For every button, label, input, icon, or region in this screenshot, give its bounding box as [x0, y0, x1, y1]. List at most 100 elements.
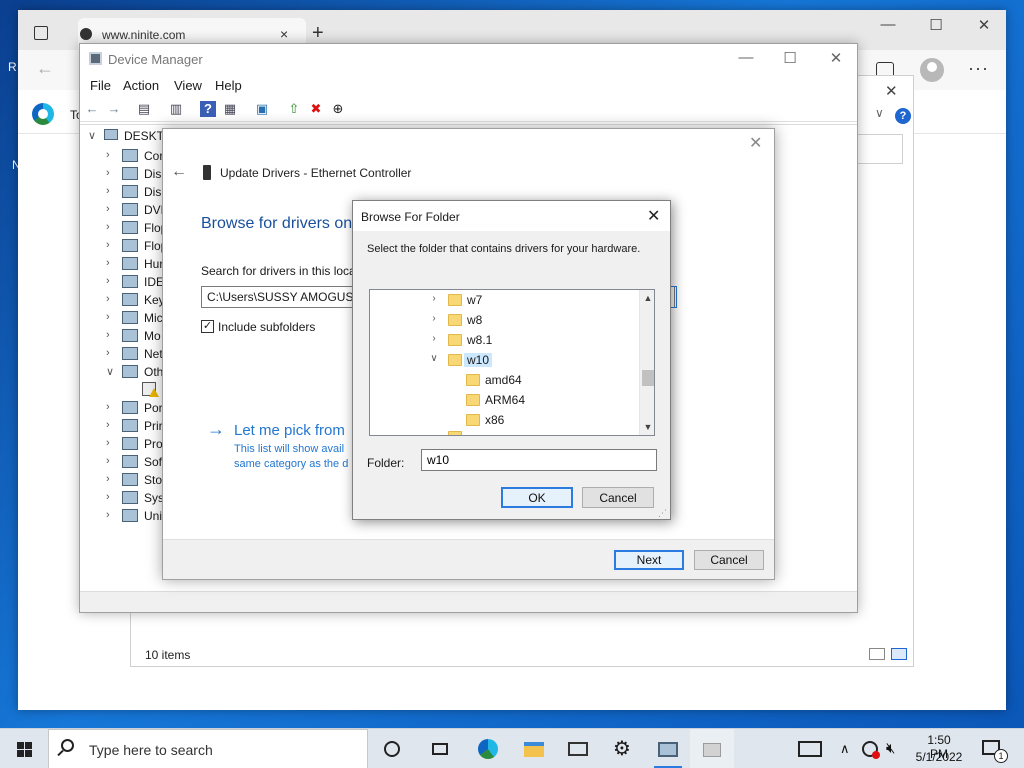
tree-root-chevron-icon[interactable]: ∨ — [88, 129, 96, 142]
let-me-pick-link[interactable]: Let me pick from — [234, 422, 345, 439]
scroll-up-icon[interactable]: ▲ — [640, 290, 654, 306]
scroll-thumb[interactable] — [642, 370, 654, 386]
cancel-button[interactable]: Cancel — [694, 550, 764, 570]
bff-close-button[interactable]: ✕ — [647, 206, 660, 226]
folder-tree-item[interactable]: ARM64 — [370, 390, 638, 410]
details-view-icon[interactable] — [869, 648, 885, 660]
resize-grip-icon[interactable]: ⋰ — [658, 508, 667, 519]
properties-icon[interactable]: ▥ — [168, 101, 184, 117]
folder-expand-chevron-icon[interactable]: › — [428, 313, 440, 324]
menu-action[interactable]: Action — [123, 78, 159, 93]
task-view-icon[interactable] — [426, 735, 454, 763]
browse-button-edge[interactable] — [671, 286, 677, 308]
settings-gear-icon[interactable]: ⚙ — [608, 735, 636, 763]
uninstall-device-icon[interactable]: ✖ — [308, 101, 324, 117]
tray-date[interactable]: 5/1/2022 — [914, 750, 964, 764]
folder-tree-item[interactable]: x86 — [370, 410, 638, 430]
tree-expand-chevron-icon[interactable]: › — [106, 329, 110, 341]
file-explorer-icon[interactable] — [520, 735, 548, 763]
tree-expand-chevron-icon[interactable]: › — [106, 419, 110, 431]
folder-tree-item[interactable]: › w8.1 — [370, 330, 638, 350]
include-subfolders-label[interactable]: Include subfolders — [218, 320, 315, 334]
dm-maximize-button[interactable]: ☐ — [770, 49, 810, 67]
folder-tree[interactable]: › w7 › w8 › w8.1 ∨ w10 amd64 ARM64 x86 ▲ ▼ — [369, 289, 655, 436]
bff-cancel-button[interactable]: Cancel — [582, 487, 654, 508]
tree-expand-chevron-icon[interactable]: › — [106, 491, 110, 503]
folder-expand-chevron-icon[interactable]: › — [428, 333, 440, 344]
explorer-search-box[interactable] — [857, 134, 903, 164]
tree-expand-chevron-icon[interactable]: › — [106, 347, 110, 359]
menu-view[interactable]: View — [174, 78, 202, 93]
tree-expand-chevron-icon[interactable]: › — [106, 455, 110, 467]
scan-hardware-icon[interactable]: ▣ — [254, 101, 270, 117]
large-icons-view-icon[interactable] — [891, 648, 907, 660]
tree-expand-chevron-icon[interactable]: › — [106, 167, 110, 179]
tree-expand-chevron-icon[interactable]: › — [106, 149, 110, 161]
menu-help[interactable]: Help — [215, 78, 242, 93]
tree-expand-chevron-icon[interactable]: › — [106, 293, 110, 305]
disable-device-icon[interactable]: ⊕ — [330, 101, 346, 117]
device-category-icon — [122, 221, 138, 234]
browser-close-button[interactable]: ✕ — [964, 16, 1004, 34]
tree-expand-chevron-icon[interactable]: › — [106, 509, 110, 521]
help-icon[interactable]: ? — [200, 101, 216, 117]
tree-expand-chevron-icon[interactable]: › — [106, 401, 110, 413]
tree-expand-chevron-icon[interactable]: › — [106, 185, 110, 197]
tree-expand-chevron-icon[interactable]: › — [106, 239, 110, 251]
folder-tree-scrollbar[interactable]: ▲ ▼ — [639, 290, 654, 435]
tree-expand-chevron-icon[interactable]: › — [106, 221, 110, 233]
volume-muted-icon[interactable]: 🔇︎ — [886, 740, 895, 757]
dm-close-button[interactable]: ✕ — [816, 49, 856, 67]
tree-expand-chevron-icon[interactable]: › — [106, 203, 110, 215]
tree-expand-chevron-icon[interactable]: › — [106, 473, 110, 485]
mail-icon[interactable] — [564, 735, 592, 763]
back-arrow-icon[interactable]: ← — [36, 58, 54, 79]
tree-expand-chevron-icon[interactable]: › — [106, 275, 110, 287]
browser-maximize-button[interactable]: ☐ — [916, 16, 956, 34]
tree-expand-chevron-icon[interactable]: › — [106, 257, 110, 269]
scroll-down-icon[interactable]: ▼ — [640, 419, 654, 435]
device-manager-taskbar-icon[interactable] — [654, 735, 682, 763]
tray-expand-icon[interactable]: ∧ — [840, 741, 850, 757]
action-pane-icon[interactable]: ▦ — [222, 101, 238, 117]
cortana-icon[interactable] — [378, 735, 406, 763]
profile-avatar[interactable] — [920, 58, 944, 82]
tab-close-icon[interactable]: × — [280, 26, 288, 42]
start-button[interactable] — [0, 729, 48, 768]
folder-expand-chevron-icon[interactable]: › — [428, 293, 440, 304]
taskbar-search[interactable]: Type here to search — [48, 729, 368, 768]
include-subfolders-checkbox[interactable]: ✓ — [201, 320, 214, 333]
ok-button[interactable]: OK — [501, 487, 573, 508]
help-icon[interactable]: ? — [895, 108, 911, 124]
back-arrow-icon[interactable]: ← — [84, 101, 100, 117]
folder-input[interactable] — [421, 449, 657, 471]
menu-file[interactable]: File — [90, 78, 111, 93]
arrow-right-icon[interactable]: → — [207, 419, 225, 440]
edge-taskbar-icon[interactable] — [474, 735, 502, 763]
next-button[interactable]: Next — [614, 550, 684, 570]
tree-expand-chevron-icon[interactable]: › — [106, 311, 110, 323]
device-category-icon — [122, 293, 138, 306]
tree-expand-chevron-icon[interactable]: ∨ — [106, 365, 114, 378]
browser-minimize-button[interactable]: — — [868, 16, 908, 33]
new-tab-button[interactable]: + — [312, 22, 324, 45]
folder-tree-item[interactable]: ∨ w10 — [370, 350, 638, 370]
update-drivers-close-button[interactable]: ✕ — [749, 133, 762, 153]
tree-expand-chevron-icon[interactable]: › — [106, 437, 110, 449]
folder-tree-item[interactable]: › w8 — [370, 310, 638, 330]
update-driver-icon[interactable]: ⇧ — [286, 101, 302, 117]
device-category-label: Hur — [144, 257, 164, 271]
forward-arrow-icon[interactable]: → — [106, 101, 122, 117]
explorer-close-button[interactable]: ✕ — [885, 82, 898, 100]
back-arrow-icon[interactable]: ← — [171, 163, 187, 181]
folder-tree-item[interactable]: amd64 — [370, 370, 638, 390]
unknown-device-warning-icon[interactable] — [142, 382, 159, 397]
folder-expand-chevron-icon[interactable]: ∨ — [428, 353, 440, 364]
more-options-icon[interactable]: ··· — [968, 58, 989, 79]
folder-tree-item[interactable]: › w7 — [370, 290, 638, 310]
show-hide-tree-icon[interactable]: ▤ — [136, 101, 152, 117]
dm-minimize-button[interactable]: — — [726, 49, 766, 66]
ribbon-expand-icon[interactable]: ∨ — [875, 106, 884, 120]
keyboard-icon[interactable] — [798, 741, 822, 757]
tab-actions-icon[interactable] — [34, 26, 48, 40]
